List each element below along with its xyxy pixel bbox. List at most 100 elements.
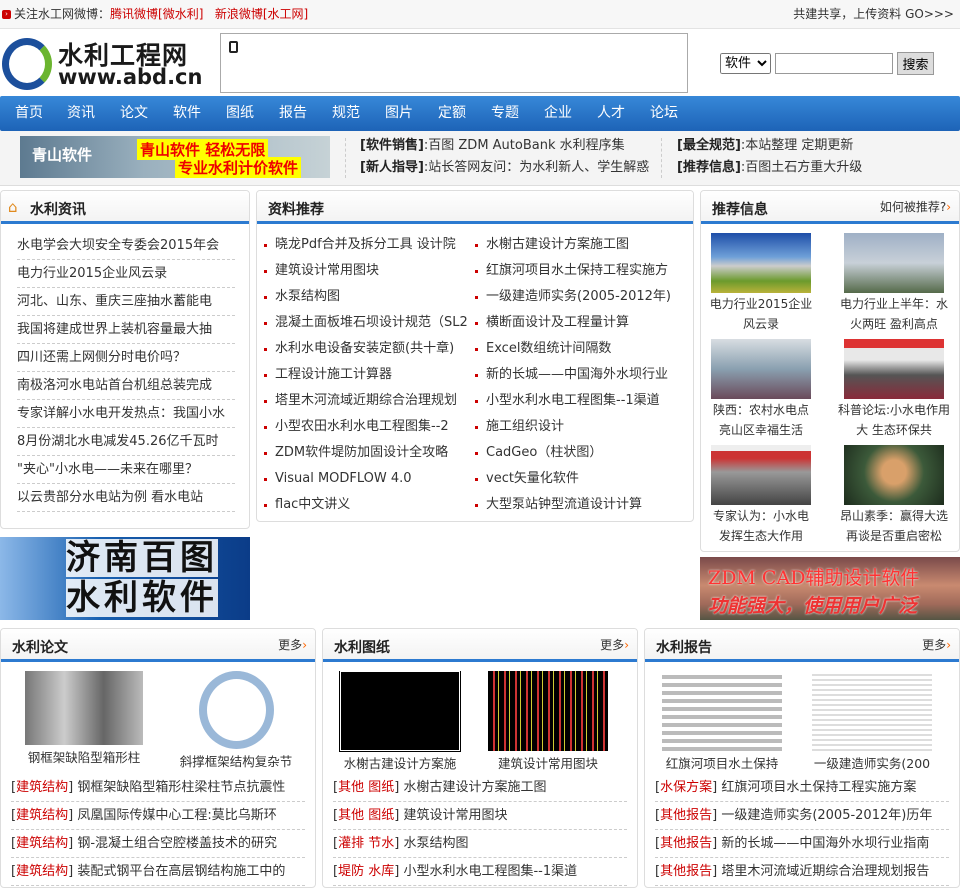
- drawings-panel: 水利图纸 更多› 水榭古建设计方案施 建筑设计常用图块 [其他 图纸] 水榭古建设…: [322, 628, 638, 888]
- recommend-item[interactable]: 昂山素季：赢得大选 再谈是否重启密松: [833, 445, 955, 546]
- baitu-ad-banner[interactable]: 济南百图 水利软件: [0, 537, 250, 620]
- list-item[interactable]: [建筑结构] 装配式钢平台在高层钢结构施工中的: [11, 858, 305, 886]
- panel-title: 推荐信息: [712, 202, 768, 218]
- list-item[interactable]: 晓龙Pdf合并及拆分工具 设计院: [257, 232, 467, 258]
- promo-link[interactable]: [最全规范]:本站整理 定期更新: [677, 135, 862, 157]
- list-item[interactable]: 大型泵站钟型流道设计计算: [468, 492, 693, 518]
- divider: [345, 138, 346, 178]
- recommend-item[interactable]: 电力行业上半年：水 火两旺 盈利高点: [833, 233, 955, 334]
- list-item[interactable]: 四川还需上网侧分时电价吗？: [17, 344, 235, 372]
- list-item[interactable]: 工程设计施工计算器: [257, 362, 467, 388]
- list-item[interactable]: vect矢量化软件: [468, 466, 693, 492]
- recommend-item[interactable]: 科普论坛:小水电作用大 生态环保共: [833, 339, 955, 440]
- list-item[interactable]: CadGeo（柱状图）: [468, 440, 693, 466]
- thumbnail-item[interactable]: 红旗河项目水土保持: [657, 671, 787, 772]
- list-item[interactable]: 水泵结构图: [257, 284, 467, 310]
- list-item[interactable]: [水保方案] 红旗河项目水土保持工程实施方案: [655, 774, 949, 802]
- list-item[interactable]: [建筑结构] 钢框架缺陷型箱形柱梁柱节点抗震性: [11, 774, 305, 802]
- list-item[interactable]: 河北、山东、重庆三座抽水蓄能电: [17, 288, 235, 316]
- list-item[interactable]: Visual MODFLOW 4.0: [257, 466, 467, 492]
- list-item[interactable]: "夹心"小水电——未来在哪里？: [17, 456, 235, 484]
- ad-text: 济南百图: [66, 538, 218, 578]
- list-item[interactable]: Excel数组统计间隔数: [468, 336, 693, 362]
- list-item[interactable]: 建筑设计常用图块: [257, 258, 467, 284]
- list-item[interactable]: 电力行业2015企业风云录: [17, 260, 235, 288]
- zdm-ad-banner[interactable]: ZDM CAD辅助设计软件 功能强大，使用用户广泛: [700, 557, 960, 620]
- nav-drawings[interactable]: 图纸: [226, 96, 254, 131]
- list-item[interactable]: [建筑结构] 凤凰国际传媒中心工程:莫比乌斯环: [11, 802, 305, 830]
- list-item[interactable]: [其他报告] 新的长城——中国海外水坝行业指南: [655, 830, 949, 858]
- list-item[interactable]: 南极洛河水电站首台机组总装完成: [17, 372, 235, 400]
- thumbnail-item[interactable]: 水榭古建设计方案施: [335, 671, 465, 772]
- promo-link[interactable]: [新人指导]:站长答网友问：为水利新人、学生解惑: [360, 157, 649, 179]
- nav-talent[interactable]: 人才: [597, 96, 625, 131]
- follow-label: 关注水工网微博：: [14, 7, 111, 21]
- list-item[interactable]: 我国将建成世界上装机容量最大抽: [17, 316, 235, 344]
- list-item[interactable]: 小型农田水利水电工程图集--2: [257, 414, 467, 440]
- list-item[interactable]: 红旗河项目水土保持工程实施方: [468, 258, 693, 284]
- search-input[interactable]: [775, 53, 893, 74]
- thumbnail-item[interactable]: 钢框架缺陷型箱形柱: [19, 671, 149, 766]
- list-item[interactable]: 8月份湖北水电减发45.26亿千瓦时: [17, 428, 235, 456]
- thumbnail-image: [488, 671, 608, 751]
- thumbnail-image: [711, 445, 811, 505]
- promo-link[interactable]: [推荐信息]:百图土石方重大升级: [677, 157, 862, 179]
- thumbnail-item[interactable]: 一级建造师实务(200: [807, 671, 937, 772]
- list-item[interactable]: [灌排 节水] 水泵结构图: [333, 830, 627, 858]
- nav-papers[interactable]: 论文: [120, 96, 148, 131]
- list-item[interactable]: 水利水电设备安装定额(共十章): [257, 336, 467, 362]
- list-item[interactable]: [其他 图纸] 建筑设计常用图块: [333, 802, 627, 830]
- thumbnail-image: [711, 339, 811, 399]
- list-item[interactable]: 横断面设计及工程量计算: [468, 310, 693, 336]
- list-item[interactable]: [其他 图纸] 水榭古建设计方案施工图: [333, 774, 627, 802]
- promo-link[interactable]: [软件销售]:百图 ZDM AutoBank 水利程序集: [360, 135, 649, 157]
- recommend-item[interactable]: 专家认为：小水电 发挥生态大作用: [706, 445, 816, 546]
- list-item[interactable]: [建筑结构] 钢-混凝土组合空腔楼盖技术的研究: [11, 830, 305, 858]
- list-item[interactable]: 小型水利水电工程图集--1渠道: [468, 388, 693, 414]
- nav-quota[interactable]: 定额: [438, 96, 466, 131]
- thumbnail-item[interactable]: 斜撑框架结构复杂节: [161, 671, 311, 770]
- nav-companies[interactable]: 企业: [544, 96, 572, 131]
- thumbnail-image: [812, 671, 932, 751]
- list-item[interactable]: 新的长城——中国海外水坝行业: [468, 362, 693, 388]
- list-item[interactable]: 塔里木河流域近期综合治理规划: [257, 388, 467, 414]
- qingshan-banner[interactable]: 青山软件 青山软件 轻松无限 专业水利计价软件: [20, 136, 330, 178]
- site-logo[interactable]: 水利工程网 www.abd.cn: [2, 36, 202, 92]
- nav-software[interactable]: 软件: [173, 96, 201, 131]
- thumbnail-item[interactable]: 建筑设计常用图块: [483, 671, 613, 772]
- search-category-select[interactable]: 软件: [720, 53, 771, 74]
- list-item[interactable]: [其他报告] 塔里木河流域近期综合治理规划报告: [655, 858, 949, 886]
- more-link[interactable]: 更多›: [922, 636, 951, 653]
- sina-weibo-link[interactable]: 新浪微博[水工网]: [215, 7, 308, 21]
- nav-forum[interactable]: 论坛: [650, 96, 678, 131]
- more-link[interactable]: 更多›: [600, 636, 629, 653]
- list-item[interactable]: 专家详解小水电开发热点：我国小水: [17, 400, 235, 428]
- search-button[interactable]: 搜索: [897, 52, 934, 75]
- list-item[interactable]: 水榭古建设计方案施工图: [468, 232, 693, 258]
- tencent-weibo-link[interactable]: 腾讯微博[微水利]: [110, 7, 203, 21]
- nav-home[interactable]: 首页: [15, 96, 43, 131]
- list-item[interactable]: 以云贵部分水电站为例 看水电站: [17, 484, 235, 512]
- recommend-item[interactable]: 陕西：农村水电点 亮山区幸福生活: [706, 339, 816, 440]
- list-item[interactable]: 施工组织设计: [468, 414, 693, 440]
- recommend-item[interactable]: 电力行业2015企业 风云录: [706, 233, 816, 334]
- nav-topics[interactable]: 专题: [491, 96, 519, 131]
- list-item[interactable]: flac中文讲义: [257, 492, 467, 518]
- nav-news[interactable]: 资讯: [67, 96, 95, 131]
- list-item[interactable]: [堤防 水库] 小型水利水电工程图集--1渠道: [333, 858, 627, 886]
- nav-reports[interactable]: 报告: [279, 96, 307, 131]
- more-link[interactable]: 更多›: [278, 636, 307, 653]
- upload-link[interactable]: 共建共享，上传资料 GO>>>: [793, 0, 954, 28]
- nav-standards[interactable]: 规范: [332, 96, 360, 131]
- list-item[interactable]: [其他报告] 一级建造师实务(2005-2012年)历年: [655, 802, 949, 830]
- nav-images[interactable]: 图片: [385, 96, 413, 131]
- list-item[interactable]: ZDM软件堤防加固设计全攻略: [257, 440, 467, 466]
- banner-brand: 青山软件: [32, 146, 93, 164]
- panel-title: 水利报告: [656, 640, 712, 656]
- list-item[interactable]: 水电学会大坝安全专委会2015年会: [17, 232, 235, 260]
- ad-box: [220, 33, 688, 93]
- papers-panel: 水利论文 更多› 钢框架缺陷型箱形柱 斜撑框架结构复杂节 [建筑结构] 钢框架缺陷…: [0, 628, 316, 888]
- how-recommend-link[interactable]: 如何被推荐?›: [880, 198, 951, 215]
- list-item[interactable]: 一级建造师实务(2005-2012年): [468, 284, 693, 310]
- list-item[interactable]: 混凝土面板堆石坝设计规范（SL228: [257, 310, 467, 336]
